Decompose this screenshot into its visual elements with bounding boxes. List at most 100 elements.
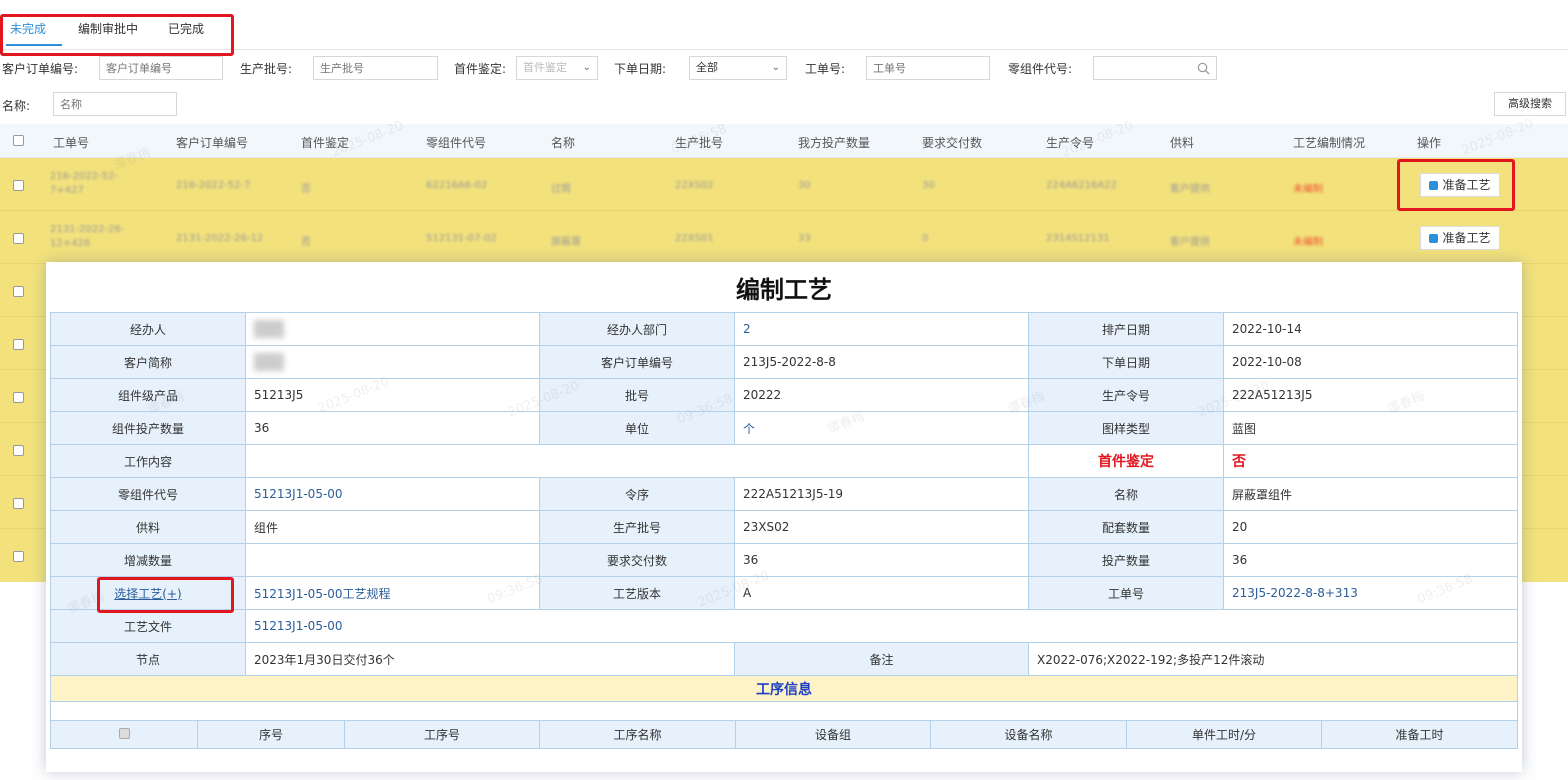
part-code-label: 零组件代号: — [1008, 62, 1073, 76]
batch-value: 20222 — [734, 378, 1029, 412]
batch-no-label: 生产批号: — [240, 62, 293, 76]
milestone-label: 节点 — [50, 642, 246, 676]
table-row[interactable]: 2131-2022-26-12+426 2131-2022-26-12 否 51… — [0, 211, 1568, 264]
cell-first-article: 否 — [301, 184, 311, 195]
col-header[interactable]: 零组件代号 — [426, 134, 486, 151]
process-file-cell: 51213J1-05-00 — [245, 609, 1518, 643]
row-checkbox[interactable] — [13, 286, 24, 297]
col-header[interactable]: 操作 — [1417, 134, 1441, 151]
name-value: 屏蔽罩组件 — [1223, 477, 1518, 511]
adjust-qty-label: 增减数量 — [50, 543, 246, 577]
row-checkbox[interactable] — [13, 498, 24, 509]
process-col-header[interactable]: 设备组 — [735, 720, 931, 749]
work-content-value[interactable] — [245, 444, 1029, 478]
name-label: 名称 — [1028, 477, 1224, 511]
prepare-process-button[interactable]: 准备工艺 — [1420, 226, 1500, 250]
process-version-label: 工艺版本 — [539, 576, 735, 610]
row-checkbox[interactable] — [13, 551, 24, 562]
grid-header: 工单号 客户订单编号 首件鉴定 零组件代号 名称 生产批号 我方投产数量 要求交… — [0, 124, 1568, 158]
process-version-value: A — [734, 576, 1029, 610]
order-date-value: 2022-10-08 — [1223, 345, 1518, 379]
table-row[interactable]: 216-2022-52-7+427 216-2022-52-7 否 62216A… — [0, 158, 1568, 211]
work-order-value: 213J5-2022-8-8+313 — [1223, 576, 1518, 610]
col-header[interactable]: 生产批号 — [675, 134, 723, 151]
col-header[interactable]: 工单号 — [53, 134, 89, 151]
cell-customer-order: 2131-2022-26-12 — [176, 233, 264, 244]
col-header[interactable]: 供料 — [1170, 134, 1194, 151]
process-col-header[interactable]: 序号 — [197, 720, 345, 749]
invest-qty-value: 36 — [1223, 543, 1518, 577]
adjust-qty-value[interactable] — [245, 543, 540, 577]
invest-qty-label: 投产数量 — [1028, 543, 1224, 577]
unit-value: 个 — [734, 411, 1029, 445]
part-code-value: 51213J1-05-00 — [245, 477, 540, 511]
cell-name: 屏蔽罩 — [551, 237, 581, 248]
cell-batch: 22XS02 — [675, 180, 714, 191]
part-code-input[interactable] — [1093, 56, 1217, 80]
dialog-title: 编制工艺 — [736, 276, 832, 304]
process-col-header[interactable]: 单件工时/分 — [1126, 720, 1322, 749]
deliver-qty-label: 要求交付数 — [539, 543, 735, 577]
annotation-box-prepare — [1397, 159, 1515, 211]
first-article-select[interactable]: 首件鉴定 ⌄ — [516, 56, 598, 80]
advanced-search-button[interactable]: 高级搜索 — [1494, 92, 1566, 116]
process-col-header[interactable]: 准备工时 — [1321, 720, 1518, 749]
process-col-header[interactable]: 设备名称 — [930, 720, 1127, 749]
customer-order-input[interactable] — [99, 56, 223, 80]
process-form-table: 经办人 经办人部门 2 排产日期 2022-10-14 客户简称 客户订单编号 … — [50, 312, 1518, 724]
col-header[interactable]: 我方投产数量 — [798, 134, 870, 151]
cell-prod-order: 224A6216A22 — [1046, 180, 1117, 191]
annotation-box-tabs — [0, 14, 234, 56]
order-date-label: 下单日期: — [614, 62, 667, 76]
row-checkbox[interactable] — [13, 392, 24, 403]
col-header[interactable]: 客户订单编号 — [176, 134, 248, 151]
process-steps-table: 序号 工序号 工序名称 设备组 设备名称 单件工时/分 准备工时 — [50, 720, 1518, 749]
handler-dept-label: 经办人部门 — [539, 312, 735, 346]
process-file-link[interactable]: 51213J1-05-00 — [254, 619, 343, 633]
order-date-value: 全部 — [696, 61, 718, 74]
col-header[interactable]: 首件鉴定 — [301, 134, 349, 151]
process-col-header[interactable]: 工序号 — [344, 720, 540, 749]
cell-prod-order: 2314S12131 — [1046, 233, 1110, 244]
remark-label: 备注 — [734, 642, 1029, 676]
customer-order-value: 213J5-2022-8-8 — [734, 345, 1029, 379]
schedule-date-value: 2022-10-14 — [1223, 312, 1518, 346]
process-info-section-title: 工序信息 — [50, 675, 1518, 702]
cell-customer-order: 216-2022-52-7 — [176, 180, 251, 191]
customer-short-label: 客户简称 — [50, 345, 246, 379]
first-article-placeholder: 首件鉴定 — [523, 61, 567, 74]
row-checkbox[interactable] — [13, 445, 24, 456]
first-article-value: 否 — [1223, 444, 1518, 478]
cell-batch: 22XS01 — [675, 233, 714, 244]
batch-no-input[interactable] — [313, 56, 438, 80]
row-checkbox[interactable] — [13, 180, 24, 191]
work-order-label: 工单号 — [1028, 576, 1224, 610]
search-icon[interactable] — [1197, 62, 1210, 75]
supply-label: 供料 — [50, 510, 246, 544]
prepare-process-label: 准备工艺 — [1442, 231, 1491, 245]
work-content-label: 工作内容 — [50, 444, 246, 478]
row-checkbox[interactable] — [13, 339, 24, 350]
process-col-header[interactable]: 工序名称 — [539, 720, 736, 749]
cell-qty: 30 — [798, 180, 811, 191]
col-header[interactable]: 名称 — [551, 134, 575, 151]
col-header[interactable]: 要求交付数 — [922, 134, 982, 151]
row-checkbox[interactable] — [13, 233, 24, 244]
deliver-qty-value: 36 — [734, 543, 1029, 577]
select-all-checkbox[interactable] — [13, 135, 24, 146]
col-header[interactable]: 生产令号 — [1046, 134, 1094, 151]
part-code-label: 零组件代号 — [50, 477, 246, 511]
name-input[interactable] — [53, 92, 177, 116]
compile-process-dialog: 编制工艺 经办人 经办人部门 2 排产日期 2022-10-14 客户简称 客户… — [46, 262, 1522, 772]
process-select-all-checkbox[interactable] — [118, 727, 130, 739]
cell-work-order: 2131-2022-26-12+426 — [50, 224, 125, 249]
check-icon — [1429, 234, 1439, 243]
component-qty-label: 组件投产数量 — [50, 411, 246, 445]
work-order-input[interactable] — [866, 56, 990, 80]
cell-status: 未编制 — [1293, 237, 1323, 248]
process-select-all-cell — [50, 720, 198, 749]
col-header[interactable]: 工艺编制情况 — [1293, 134, 1365, 151]
order-date-select[interactable]: 全部 ⌄ — [689, 56, 787, 80]
drawing-type-label: 图样类型 — [1028, 411, 1224, 445]
cell-supply: 客户提供 — [1170, 184, 1210, 195]
